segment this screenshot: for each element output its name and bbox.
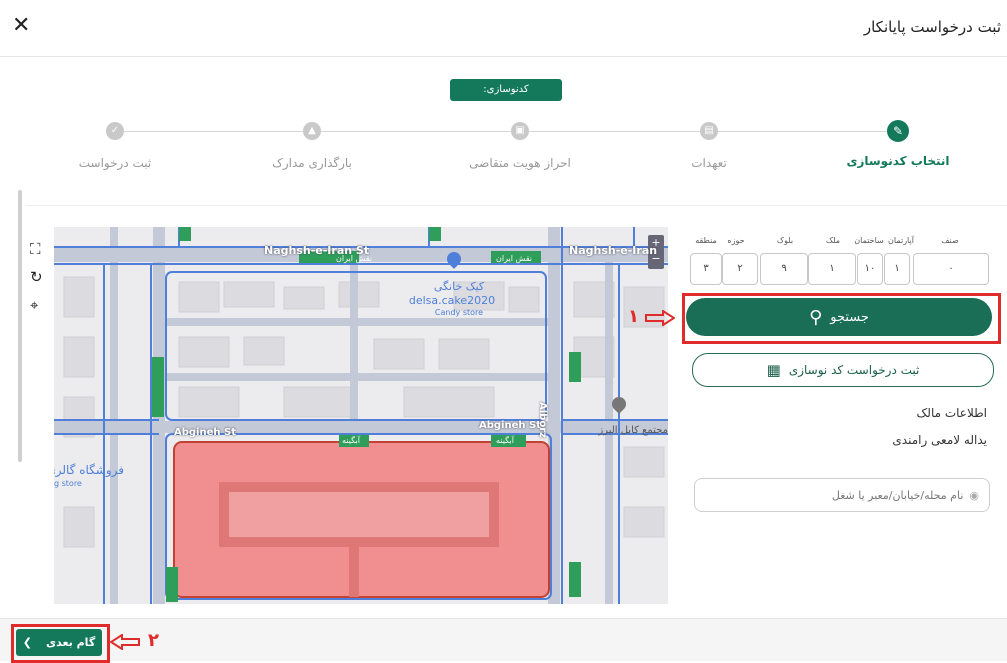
- poi-name: فروشگاه گالری: [54, 463, 124, 477]
- shop-label: آبگینه: [342, 436, 360, 445]
- field-label-apartment: آپارتمان: [888, 236, 914, 245]
- location-search-placeholder: نام محله/خیابان/معبر یا شغل: [831, 488, 964, 502]
- location-search-input[interactable]: ◉ نام محله/خیابان/معبر یا شغل: [694, 478, 990, 512]
- poi-name: کیک خانگی: [433, 280, 485, 293]
- field-label-block: بلوک: [776, 236, 794, 245]
- street-label: Naghsh-e-Iran: [569, 244, 658, 257]
- poi-name: مجتمع کابل البرز: [598, 425, 668, 436]
- street-label: Alborz: [537, 402, 548, 438]
- zoom-in-button[interactable]: +: [648, 236, 664, 249]
- field-label-guild: صنف: [941, 236, 959, 245]
- dialog-header: [0, 0, 1007, 57]
- step-label-submit: ثبت درخواست: [78, 156, 152, 170]
- step-label-identity: احراز هویت متقاضی: [469, 156, 571, 170]
- field-label-building: ساختمان: [854, 236, 884, 245]
- block-input[interactable]: ۹: [760, 253, 808, 285]
- close-icon[interactable]: ✕: [12, 14, 30, 38]
- area-input[interactable]: ۲: [722, 253, 758, 285]
- owner-info-title: اطلاعات مالک: [916, 406, 987, 420]
- region-input[interactable]: ۳: [690, 253, 722, 285]
- guild-input[interactable]: ۰: [913, 253, 989, 285]
- chevron-right-icon: ❯: [22, 636, 33, 649]
- step-label-upload: بارگذاری مدارک: [272, 156, 352, 170]
- apartment-input[interactable]: ۱: [884, 253, 910, 285]
- arrow-right-icon: [645, 310, 675, 326]
- shop-label: آبگینه: [496, 436, 514, 445]
- step-label-commitments: تعهدات: [691, 156, 727, 170]
- pencil-icon: ✎: [887, 120, 909, 142]
- highlighted-parcel: [173, 441, 550, 598]
- next-step-button[interactable]: گام بعدی ❯: [16, 629, 102, 656]
- id-card-icon: ▣: [511, 122, 529, 140]
- owner-name: یداله لامعی رامندی: [892, 433, 987, 447]
- map-icon: ▦: [766, 361, 781, 379]
- register-code-label: ثبت درخواست کد نوسازی: [788, 363, 920, 377]
- shop-label: نقش ایران: [496, 254, 532, 263]
- map[interactable]: Naghsh-e-Iran St Naghsh-e-Iran Abgineh S…: [54, 227, 668, 604]
- upload-icon: ▲: [303, 122, 321, 140]
- next-step-label: گام بعدی: [46, 636, 96, 649]
- renovation-code-badge: کدنوسازی: ۰-۱-۰-۱-۱-۹-۲۰۲۰-۳: [450, 79, 562, 117]
- building-input[interactable]: ۱۰: [857, 253, 883, 285]
- annotation-number: ۲: [148, 630, 159, 651]
- fullscreen-icon[interactable]: ⛶: [30, 240, 41, 258]
- poi-sub: delsa.cake2020: [408, 294, 496, 307]
- field-label-region: منطقه: [695, 236, 717, 245]
- refresh-icon[interactable]: ↻: [30, 268, 43, 286]
- location-pin-icon[interactable]: ⌖: [30, 296, 38, 314]
- street-label: Abgineh St: [174, 427, 236, 438]
- property-input[interactable]: ۱: [808, 253, 856, 285]
- street-label: Abgineh St: [479, 420, 541, 431]
- content-divider: [26, 205, 1007, 206]
- step-label-select-code: انتخاب کدنوسازی: [846, 154, 950, 168]
- dialog-title: ثبت درخواست پایانکار: [863, 18, 1001, 36]
- stepper-line: [120, 131, 900, 132]
- shop-label: نقش ایران: [336, 254, 372, 263]
- poi-type: Candy store: [434, 308, 484, 317]
- poi-type: g store: [54, 479, 82, 488]
- check-icon: ✓: [106, 122, 124, 140]
- field-label-area: حوزه: [727, 236, 745, 245]
- field-label-property: ملک: [825, 236, 841, 245]
- map-canvas: [54, 227, 668, 604]
- annotation-number: ۱: [628, 306, 639, 327]
- register-code-button[interactable]: ثبت درخواست کد نوسازی ▦: [692, 353, 994, 387]
- search-button-label: جستجو: [830, 309, 869, 325]
- arrow-left-icon: [110, 634, 140, 650]
- location-pin-icon: ◉: [969, 488, 979, 502]
- zoom-out-button[interactable]: −: [648, 252, 664, 265]
- scrollbar[interactable]: [18, 190, 22, 462]
- search-button[interactable]: جستجو ⚲: [686, 298, 992, 336]
- document-icon: ▤: [700, 122, 718, 140]
- search-icon: ⚲: [809, 306, 823, 328]
